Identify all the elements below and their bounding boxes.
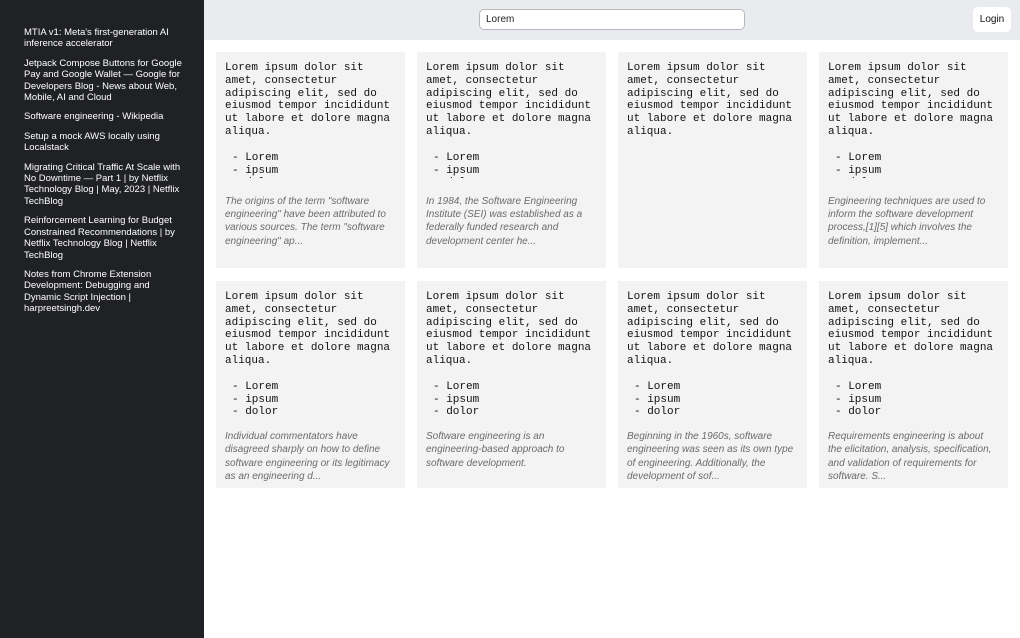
card-list-item: Lorem [634,381,798,394]
card[interactable]: Lorem ipsum dolor sit amet, consectetur … [216,52,405,268]
card-description: Engineering techniques are used to infor… [828,196,986,247]
card-list: Lorem ipsum dolor [828,381,999,419]
top-bar: Login [204,0,1020,40]
card-description: Individual commentators have disagreed s… [225,431,390,482]
card-description: Software engineering is an engineering-b… [426,431,565,469]
login-button[interactable]: Login [973,7,1011,32]
card[interactable]: Lorem ipsum dolor sit amet, consectetur … [819,281,1008,488]
card[interactable]: Lorem ipsum dolor sit amet, consectetur … [618,52,807,268]
card-list-item: Lorem [433,152,597,165]
card-list-item: Lorem [232,381,396,394]
card-list: Lorem ipsum dolor [225,152,396,178]
card-list-item: dolor [835,406,999,419]
card-description: Requirements engineering is about the el… [828,431,992,482]
card-code-text: Lorem ipsum dolor sit amet, consectetur … [225,62,391,138]
card-list-item: ipsum [634,394,798,407]
card-list: Lorem ipsum dolor [426,381,597,419]
card-list: Lorem ipsum dolor [225,381,396,419]
card[interactable]: Lorem ipsum dolor sit amet, consectetur … [417,281,606,488]
card-description: Beginning in the 1960s, software enginee… [627,431,794,482]
search-input[interactable] [479,9,745,30]
card-list-item: dolor [232,406,396,419]
card-list-item: ipsum [433,394,597,407]
sidebar-item-mtia[interactable]: MTIA v1: Meta's first-generation AI infe… [24,27,188,50]
card-code-text: Lorem ipsum dolor sit amet, consectetur … [828,62,994,138]
card-description: The origins of the term "software engine… [225,196,386,247]
card-list: Lorem ipsum dolor [426,152,597,178]
card-list-item: Lorem [835,381,999,394]
card-list-item: Lorem [232,152,396,165]
sidebar-item-software-engineering[interactable]: Software engineering - Wikipedia [24,111,188,122]
card-list-item: Lorem [835,152,999,165]
card-code-text: Lorem ipsum dolor sit amet, consectetur … [225,291,391,367]
card-code-text: Lorem ipsum dolor sit amet, consectetur … [426,62,592,138]
sidebar: MTIA v1: Meta's first-generation AI infe… [0,0,204,638]
card-description: In 1984, the Software Engineering Instit… [426,196,583,247]
card[interactable]: Lorem ipsum dolor sit amet, consectetur … [417,52,606,268]
card[interactable]: Lorem ipsum dolor sit amet, consectetur … [216,281,405,488]
card-list-item: Lorem [433,381,597,394]
card[interactable]: Lorem ipsum dolor sit amet, consectetur … [819,52,1008,268]
sidebar-item-localstack[interactable]: Setup a mock AWS locally using Localstac… [24,131,188,154]
card-code-text: Lorem ipsum dolor sit amet, consectetur … [627,62,793,138]
card-code-text: Lorem ipsum dolor sit amet, consectetur … [627,291,793,367]
card-code-text: Lorem ipsum dolor sit amet, consectetur … [828,291,994,367]
card[interactable]: Lorem ipsum dolor sit amet, consectetur … [618,281,807,488]
sidebar-item-netflix-rl[interactable]: Reinforcement Learning for Budget Constr… [24,215,188,261]
card-list-item: dolor [634,406,798,419]
card-list-item: ipsum [835,165,999,178]
card-list: Lorem ipsum dolor [627,381,798,419]
sidebar-item-jetpack-compose[interactable]: Jetpack Compose Buttons for Google Pay a… [24,58,188,104]
card-list-item: dolor [433,406,597,419]
card-list-item: ipsum [433,165,597,178]
sidebar-item-netflix-migration[interactable]: Migrating Critical Traffic At Scale with… [24,162,188,208]
card-list-item: ipsum [835,394,999,407]
card-list-item: ipsum [232,394,396,407]
card-list-item: ipsum [232,165,396,178]
card-code-text: Lorem ipsum dolor sit amet, consectetur … [426,291,592,367]
card-list: Lorem ipsum dolor [828,152,999,178]
sidebar-item-chrome-extension[interactable]: Notes from Chrome Extension Development:… [24,269,188,315]
card-grid: Lorem ipsum dolor sit amet, consectetur … [216,52,1008,488]
